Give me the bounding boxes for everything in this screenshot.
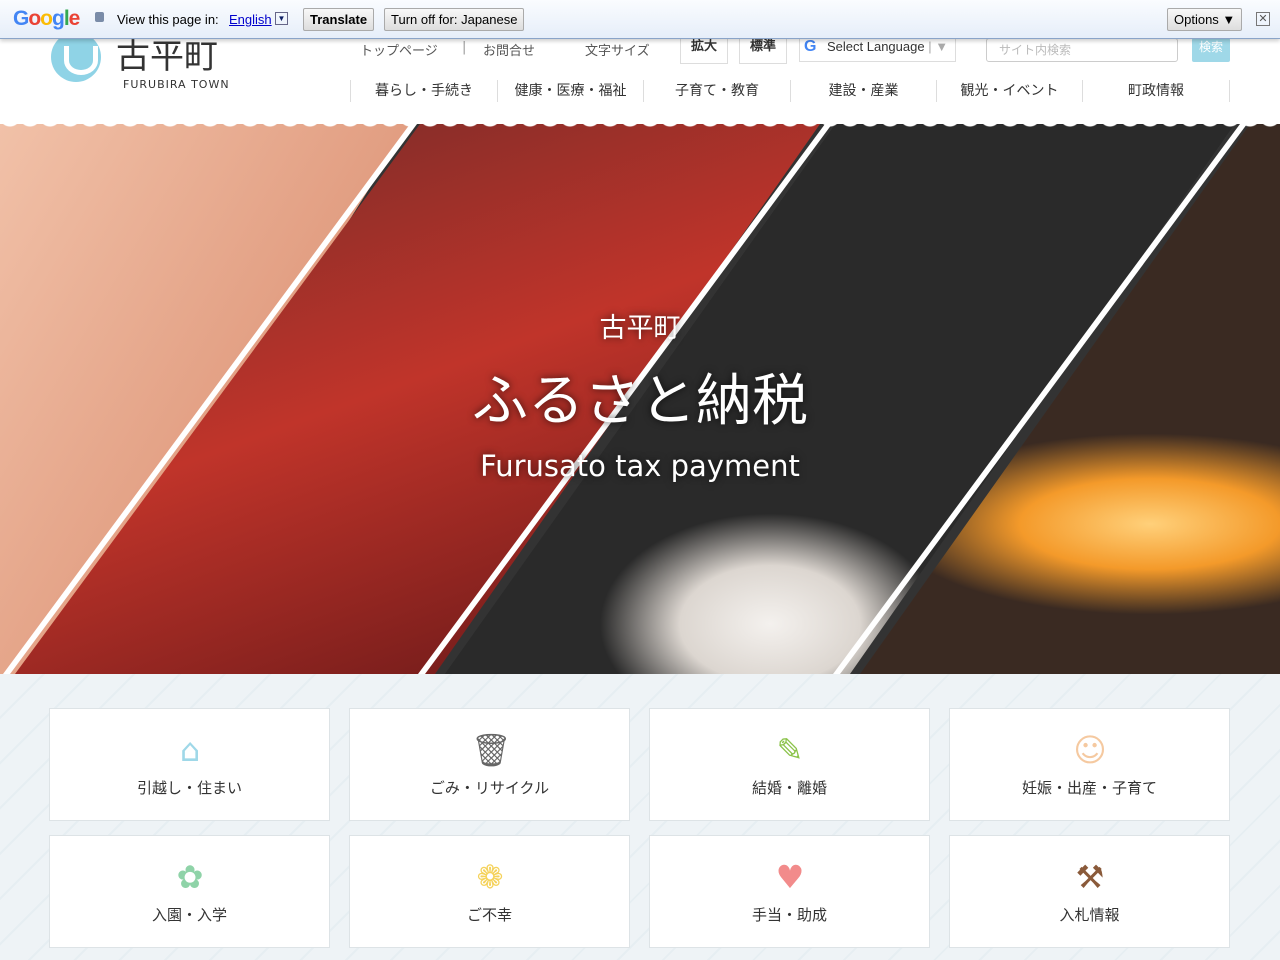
view-label: View this page in: — [117, 12, 219, 27]
close-icon[interactable]: ✕ — [1256, 12, 1270, 26]
language-dropdown-icon[interactable]: ▼ — [275, 12, 288, 25]
gavel-icon: ⚒ — [1075, 858, 1105, 896]
nav-health[interactable]: 健康・医療・福祉 — [498, 80, 644, 102]
google-logo: Google — [13, 7, 80, 30]
standard-button[interactable]: 標準 — [739, 38, 787, 64]
card-bereavement[interactable]: ❁ ご不幸 — [349, 835, 630, 948]
sakura-icon: ✿ — [176, 858, 204, 896]
card-moving[interactable]: ⌂ 引越し・住まい — [49, 708, 330, 821]
lock-icon — [95, 12, 104, 22]
enlarge-button[interactable]: 拡大 — [680, 38, 728, 64]
google-g-icon: G — [804, 38, 817, 55]
card-allowance[interactable]: ♥ 手当・助成 — [649, 835, 930, 948]
heart-hand-icon: ♥ — [775, 858, 805, 896]
hero-subtitle: Furusato tax payment — [480, 449, 800, 483]
card-pregnancy[interactable]: ☺ 妊娠・出産・子育て — [949, 708, 1230, 821]
hero-town: 古平町 — [599, 313, 681, 344]
trash-icon: 🗑 — [471, 731, 512, 769]
translate-button[interactable]: Translate — [303, 8, 375, 31]
card-garbage[interactable]: 🗑 ごみ・リサイクル — [349, 708, 630, 821]
chrysanthemum-icon: ❁ — [476, 858, 504, 896]
wave-divider — [0, 116, 1280, 130]
nav-government[interactable]: 町政情報 — [1083, 80, 1230, 102]
card-marriage[interactable]: ✎ 結婚・離婚 — [649, 708, 930, 821]
nav-tourism[interactable]: 観光・イベント — [937, 80, 1083, 102]
hero-title: ふるさと納税 — [472, 369, 808, 434]
town-logo-icon[interactable] — [51, 32, 101, 82]
site-search-input[interactable]: サイト内検索 — [986, 38, 1178, 62]
card-school[interactable]: ✿ 入園・入学 — [49, 835, 330, 948]
contact-link[interactable]: お問合せ — [483, 40, 535, 59]
top-page-link[interactable]: トップページ — [360, 40, 438, 59]
util-divider: | — [462, 40, 467, 55]
options-button[interactable]: Options ▼ — [1167, 8, 1243, 31]
life-event-cards: ⌂ 引越し・住まい 🗑 ごみ・リサイクル ✎ 結婚・離婚 ☺ 妊娠・出産・子育て ✿ 入園… — [0, 674, 1280, 960]
baby-icon: ☺ — [1073, 731, 1107, 769]
logo-subtitle: FURUBIRA TOWN — [123, 78, 230, 91]
language-link[interactable]: English — [229, 12, 272, 27]
document-pen-icon: ✎ — [776, 731, 804, 769]
translate-bar: Google View this page in: English ▼ Tran… — [0, 0, 1280, 39]
turn-off-button[interactable]: Turn off for: Japanese — [384, 8, 525, 31]
select-language-dropdown[interactable]: G Select Language | ▼ — [799, 38, 956, 62]
nav-childcare[interactable]: 子育て・教育 — [644, 80, 791, 102]
card-bidding[interactable]: ⚒ 入札情報 — [949, 835, 1230, 948]
hero-banner[interactable]: 古平町 ふるさと納税 Furusato tax payment — [0, 124, 1280, 674]
font-size-label: 文字サイズ — [585, 44, 650, 59]
nav-living[interactable]: 暮らし・手続き — [351, 80, 498, 102]
search-button[interactable]: 検索 — [1192, 38, 1230, 62]
nav-construction[interactable]: 建設・産業 — [791, 80, 937, 102]
logo-title[interactable]: 古平町 — [116, 40, 218, 75]
main-nav: 暮らし・手続き 健康・医療・福祉 子育て・教育 建設・産業 観光・イベント 町政… — [350, 80, 1230, 102]
house-icon: ⌂ — [179, 731, 201, 769]
